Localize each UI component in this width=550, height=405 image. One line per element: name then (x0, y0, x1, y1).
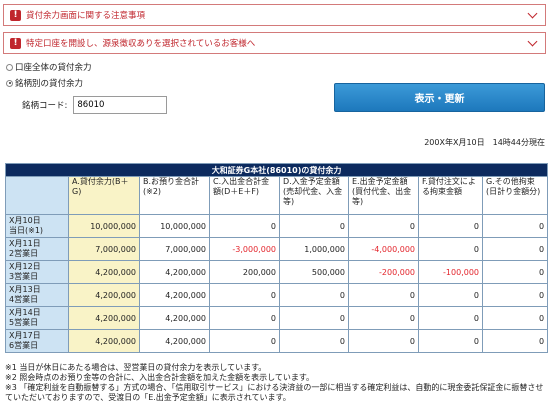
row-business-day: 4営業日 (9, 295, 39, 304)
cell-e: -200,000 (348, 260, 419, 284)
table-row: X月13日 4営業日 4,200,000 4,200,000 0 0 0 0 0 (5, 283, 549, 307)
header-f: F.貸付注文による拘束金額 (418, 176, 483, 215)
radio-all-account[interactable]: 口座全体の貸付余力 (6, 61, 92, 73)
table-title: 大和証券G本社(86010)の貸付余力 (4, 163, 549, 177)
table-row: X月10日 当日(※1) 10,000,000 10,000,000 0 0 0 0 0 (5, 214, 549, 238)
cell-f: 0 (418, 237, 483, 261)
cell-e: -4,000,000 (348, 237, 419, 261)
cell-d: 1,000,000 (279, 237, 349, 261)
header-c: C.入出金合計金額(D＋E＋F) (209, 176, 280, 215)
cell-e: 0 (348, 283, 419, 307)
cell-d: 0 (279, 329, 349, 353)
notice-withholding[interactable]: ! 特定口座を開設し、源泉徴収ありを選択されているお客様へ (3, 32, 546, 54)
cell-a: 10,000,000 (68, 214, 140, 238)
cell-a: 7,000,000 (68, 237, 140, 261)
cell-a: 4,200,000 (68, 306, 140, 330)
lending-power-table: 大和証券G本社(86010)の貸付余力 A.貸付余力(B＋G) B.お預り金合計… (4, 163, 549, 353)
chevron-down-icon (527, 8, 538, 19)
row-date: X月10日 (9, 216, 41, 225)
cell-c: -3,000,000 (209, 237, 280, 261)
cell-f: 0 (418, 214, 483, 238)
row-business-day: 当日(※1) (9, 226, 44, 235)
header-b: B.お預り金合計(※2) (139, 176, 210, 215)
table-row: X月14日 5営業日 4,200,000 4,200,000 0 0 0 0 0 (5, 306, 549, 330)
row-date: X月14日 (9, 308, 41, 317)
cell-c: 0 (209, 306, 280, 330)
row-business-day: 3営業日 (9, 272, 39, 281)
header-d: D.入金予定金額(売却代金、入金等) (279, 176, 349, 215)
cell-g: 0 (481, 260, 549, 284)
row-business-day: 2営業日 (9, 249, 39, 258)
row-date: X月13日 (9, 285, 41, 294)
notice-lending-power[interactable]: ! 貸付余力画面に関する注意事項 (3, 4, 546, 26)
cell-d: 0 (279, 306, 349, 330)
cell-f: -100,000 (418, 260, 483, 284)
row-date: X月11日 (9, 239, 41, 248)
display-update-button[interactable]: 表示・更新 (334, 83, 545, 112)
row-date-label: X月14日 5営業日 (5, 306, 69, 330)
cell-f: 0 (418, 283, 483, 307)
cell-g: 0 (481, 329, 549, 353)
cell-c: 0 (209, 283, 280, 307)
notice-text: 特定口座を開設し、源泉徴収ありを選択されているお客様へ (26, 39, 256, 49)
cell-a: 4,200,000 (68, 260, 140, 284)
stock-code-input[interactable] (73, 96, 168, 114)
table-row: X月12日 3営業日 4,200,000 4,200,000 200,000 500,00… (5, 260, 549, 284)
cell-b: 4,200,000 (139, 306, 210, 330)
stock-code-row: 銘柄コード: (22, 96, 168, 114)
radio-label: 口座全体の貸付余力 (15, 63, 92, 73)
row-date-label: X月11日 2営業日 (5, 237, 69, 261)
warning-icon: ! (10, 9, 21, 21)
row-date-label: X月10日 当日(※1) (5, 214, 69, 238)
timestamp: 200X年X月10日 14時44分現在 (424, 138, 545, 147)
cell-a: 4,200,000 (68, 329, 140, 353)
header-a: A.貸付余力(B＋G) (68, 176, 140, 215)
footnotes: ※1 当日が休日にあたる場合は、翌営業日の貸付余力を表示しています。 ※2 照会… (5, 363, 547, 403)
cell-b: 10,000,000 (139, 214, 210, 238)
row-business-day: 6営業日 (9, 341, 39, 350)
header-g: G.その他拘束(日計り金額分) (481, 176, 549, 215)
row-date-label: X月17日 6営業日 (5, 329, 69, 353)
cell-d: 500,000 (279, 260, 349, 284)
cell-b: 4,200,000 (139, 260, 210, 284)
table-row: X月17日 6営業日 4,200,000 4,200,000 0 0 0 0 0 (5, 329, 549, 353)
radio-icon[interactable] (6, 79, 13, 87)
cell-g: 0 (481, 214, 549, 238)
footnote: ※1 当日が休日にあたる場合は、翌営業日の貸付余力を表示しています。 (5, 363, 267, 372)
cell-a: 4,200,000 (68, 283, 140, 307)
cell-f: 0 (418, 306, 483, 330)
notice-text: 貸付余力画面に関する注意事項 (26, 11, 146, 21)
row-date-label: X月12日 3営業日 (5, 260, 69, 284)
cell-d: 0 (279, 214, 349, 238)
radio-label: 銘柄別の貸付余力 (15, 79, 84, 89)
cell-d: 0 (279, 283, 349, 307)
warning-icon: ! (10, 37, 21, 49)
cell-b: 4,200,000 (139, 283, 210, 307)
footnote: ※3 「確定利益を自動振替する」方式の場合、「信用取引サービス」における決済益の… (5, 383, 544, 402)
cell-c: 0 (209, 214, 280, 238)
cell-g: 0 (481, 237, 549, 261)
chevron-down-icon (527, 36, 538, 47)
cell-b: 4,200,000 (139, 329, 210, 353)
row-date: X月12日 (9, 262, 41, 271)
cell-f: 0 (418, 329, 483, 353)
row-business-day: 5営業日 (9, 318, 39, 327)
table-row: X月11日 2営業日 7,000,000 7,000,000 -3,000,000 1,0… (5, 237, 549, 261)
row-date: X月17日 (9, 331, 41, 340)
cell-e: 0 (348, 306, 419, 330)
radio-icon[interactable] (6, 63, 13, 71)
footnote: ※2 照会時点のお預り金等の合計に、入出金合計金額を加えた金額を表示しています。 (5, 373, 315, 382)
header-e: E.出金予定金額(買付代金、出金等) (348, 176, 419, 215)
cell-b: 7,000,000 (139, 237, 210, 261)
cell-c: 0 (209, 329, 280, 353)
radio-by-stock[interactable]: 銘柄別の貸付余力 (6, 77, 83, 89)
cell-g: 0 (481, 283, 549, 307)
cell-e: 0 (348, 214, 419, 238)
cell-g: 0 (481, 306, 549, 330)
row-date-label: X月13日 4営業日 (5, 283, 69, 307)
header-blank (5, 176, 69, 215)
stock-code-label: 銘柄コード: (22, 101, 68, 111)
cell-e: 0 (348, 329, 419, 353)
cell-c: 200,000 (209, 260, 280, 284)
